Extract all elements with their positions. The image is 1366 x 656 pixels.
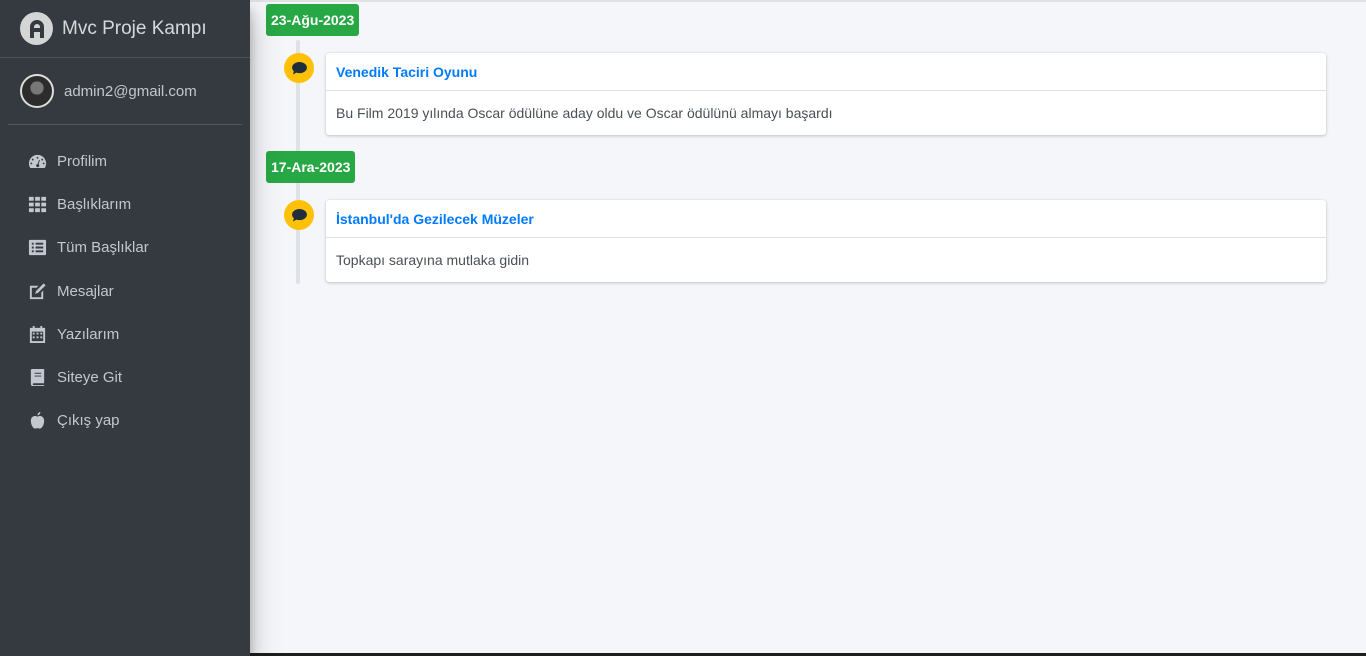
sidebar-item-label: Mesajlar: [57, 282, 114, 300]
timeline-item: Venedik Taciri Oyunu Bu Film 2019 yılınd…: [326, 53, 1326, 135]
book-icon: [27, 368, 47, 388]
timeline-item: İstanbul'da Gezilecek Müzeler Topkapı sa…: [326, 200, 1326, 282]
sidebar: Mvc Proje Kampı admin2@gmail.com Profili…: [0, 0, 250, 656]
sidebar-item-basliklarim[interactable]: Başlıklarım: [0, 183, 250, 226]
brand-logo-icon: [20, 12, 53, 45]
comment-icon: [284, 53, 314, 83]
grid-icon: [27, 195, 47, 215]
user-email[interactable]: admin2@gmail.com: [64, 83, 197, 100]
sidebar-item-label: Tüm Başlıklar: [57, 239, 149, 257]
sidebar-item-cikis-yap[interactable]: Çıkış yap: [0, 399, 250, 442]
edit-icon: [27, 281, 47, 301]
main-content: 23-Ağu-2023 Venedik Taciri Oyunu Bu Film…: [250, 0, 1366, 656]
sidebar-item-label: Başlıklarım: [57, 196, 132, 214]
timeline-item-body: Topkapı sarayına mutlaka gidin: [336, 252, 529, 268]
sidebar-item-label: Çıkış yap: [57, 412, 120, 430]
date-label: 23-Ağu-2023: [266, 4, 360, 36]
sidebar-item-mesajlar[interactable]: Mesajlar: [0, 270, 250, 313]
timeline-item-title[interactable]: İstanbul'da Gezilecek Müzeler: [326, 200, 1326, 238]
sidebar-item-tum-basliklar[interactable]: Tüm Başlıklar: [0, 226, 250, 269]
comment-icon: [284, 200, 314, 230]
sidebar-item-siteye-git[interactable]: Siteye Git: [0, 356, 250, 399]
sidebar-item-profilim[interactable]: Profilim: [0, 140, 250, 183]
brand-link[interactable]: Mvc Proje Kampı: [0, 0, 250, 58]
sidebar-item-label: Siteye Git: [57, 369, 123, 387]
sidebar-item-label: Yazılarım: [57, 325, 120, 343]
sidebar-nav: Profilim Başlıklarım Tüm Başlıklar Mesaj…: [0, 140, 250, 442]
dashboard-icon: [27, 152, 47, 172]
timeline-item-title[interactable]: Venedik Taciri Oyunu: [326, 53, 1326, 91]
calendar-icon: [27, 324, 47, 344]
avatar: [20, 74, 54, 108]
timeline-item-body: Bu Film 2019 yılında Oscar ödülüne aday …: [336, 105, 833, 121]
date-label: 17-Ara-2023: [266, 151, 356, 183]
user-panel[interactable]: admin2@gmail.com: [8, 58, 242, 125]
brand-title: Mvc Proje Kampı: [62, 17, 207, 39]
apple-icon: [27, 411, 47, 431]
sidebar-item-yazilarim[interactable]: Yazılarım: [0, 313, 250, 356]
list-icon: [27, 238, 47, 258]
sidebar-item-label: Profilim: [57, 153, 108, 171]
